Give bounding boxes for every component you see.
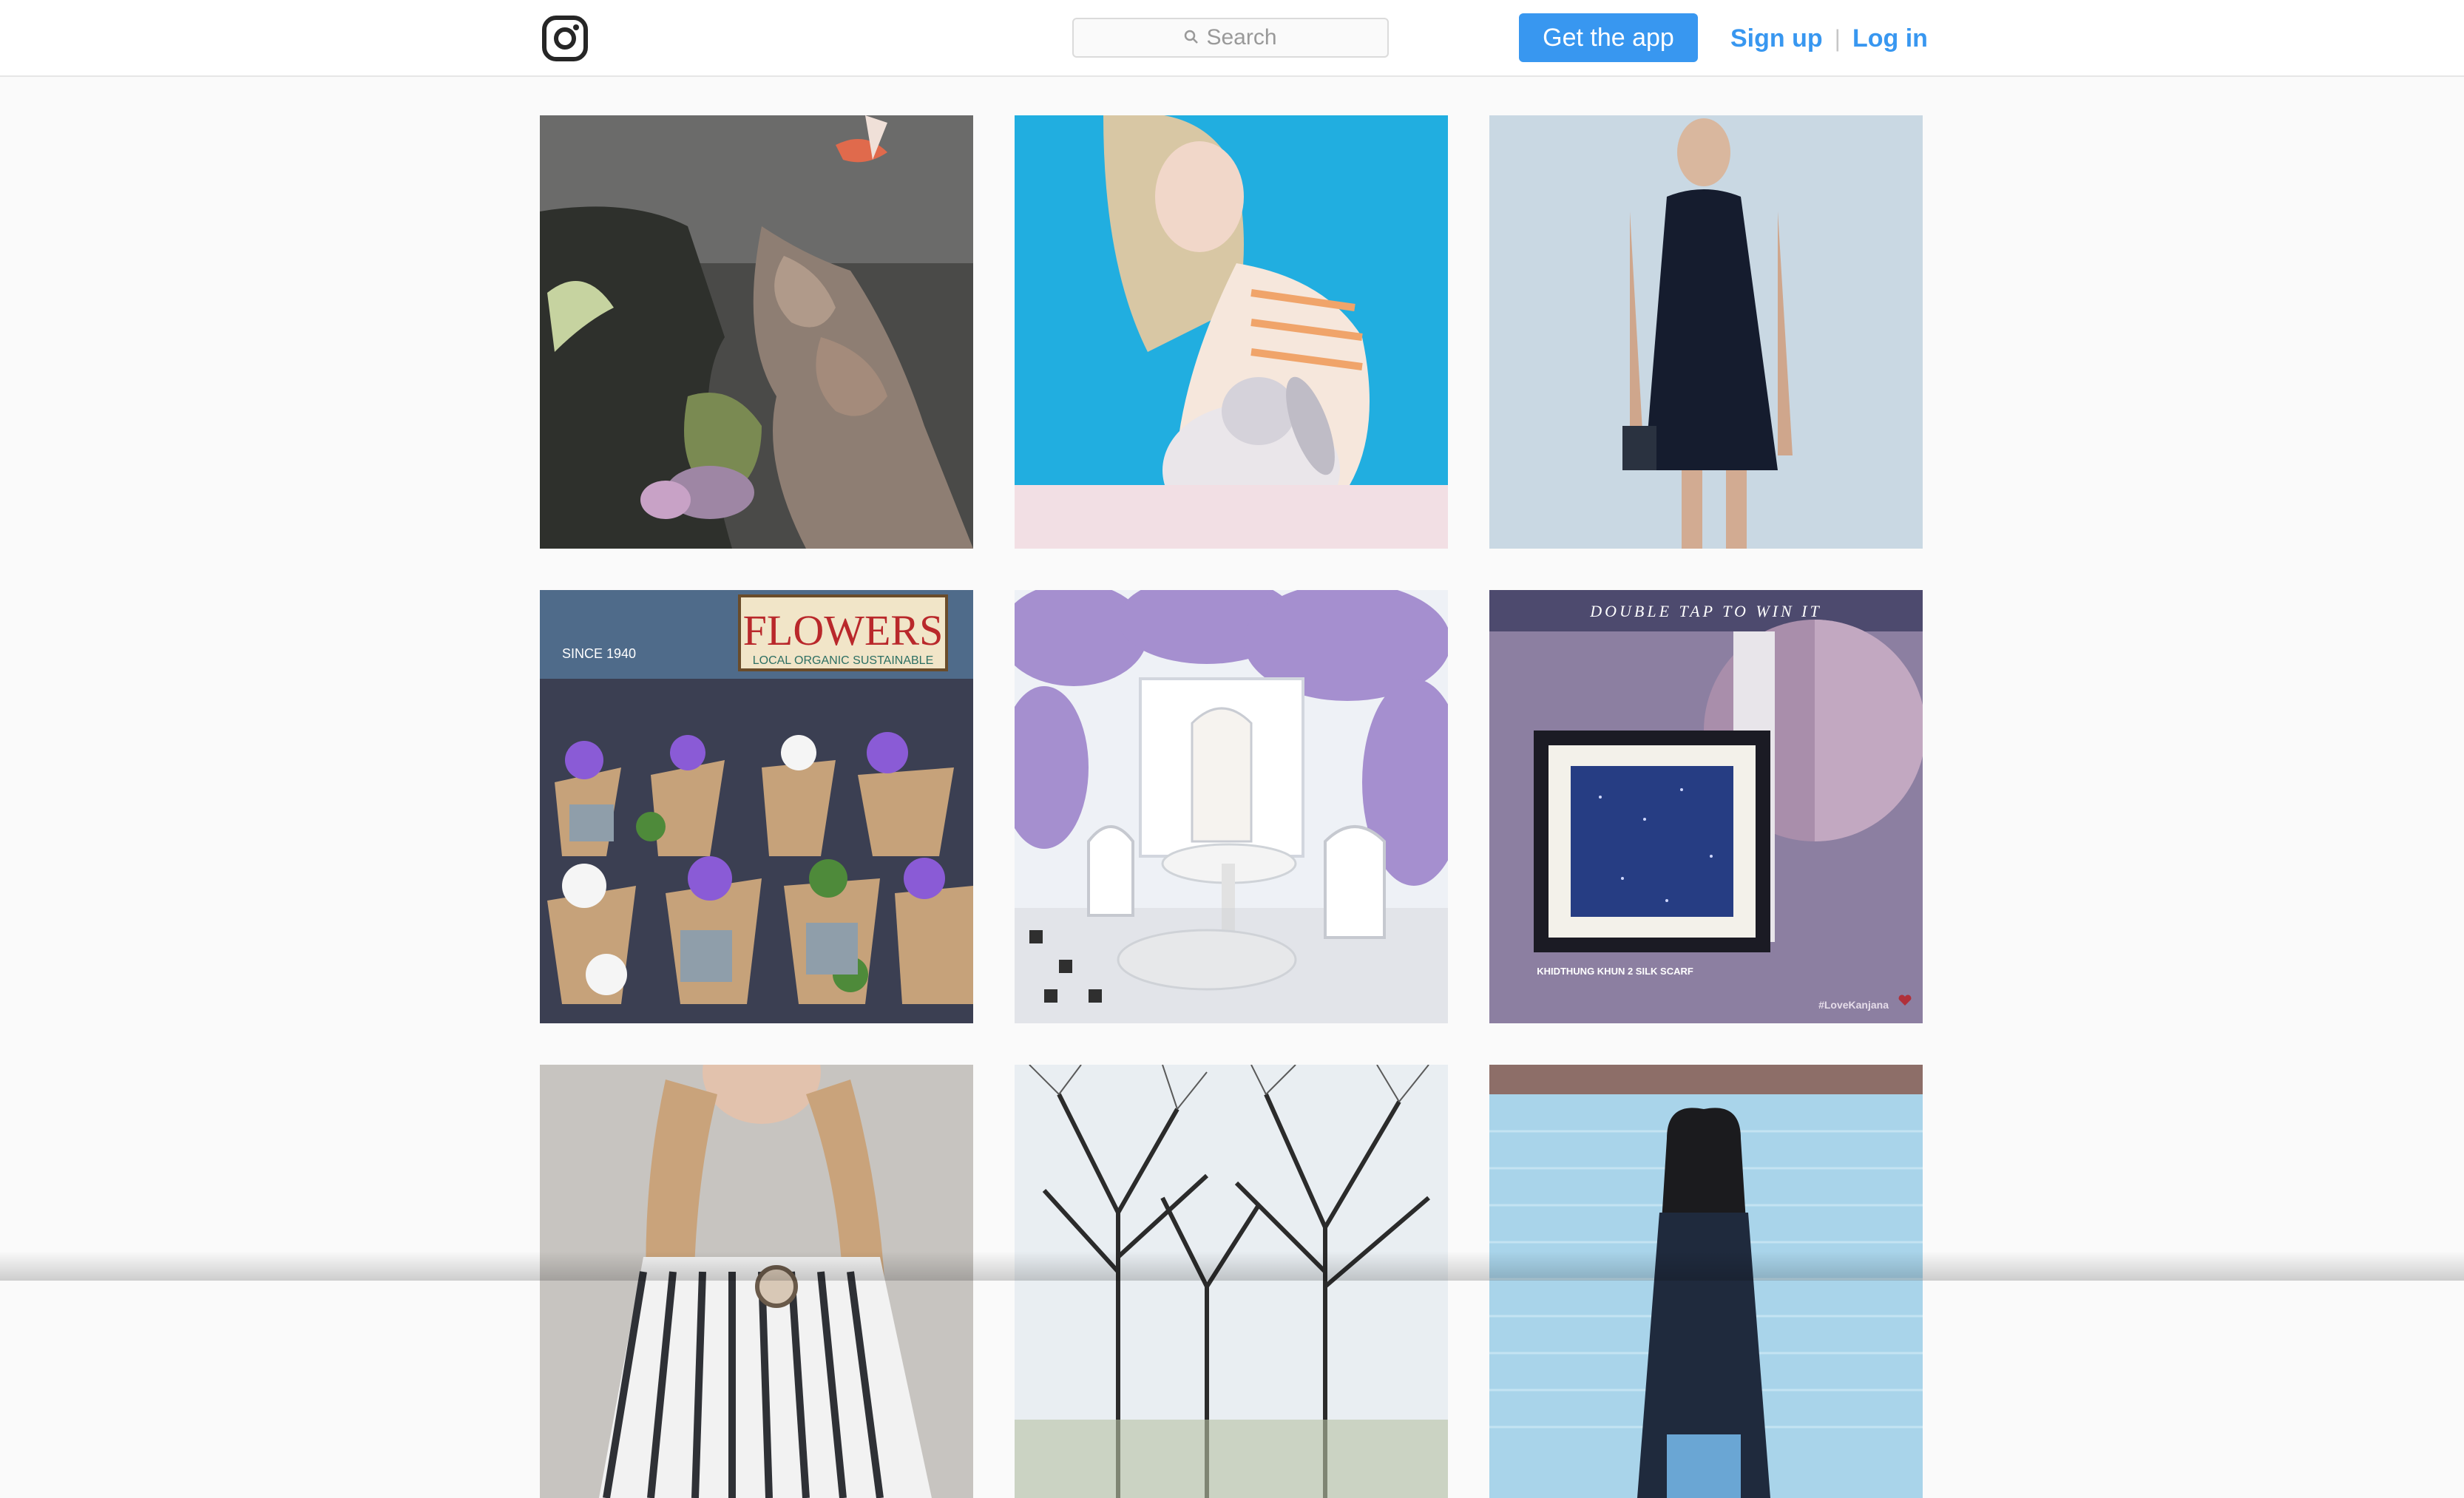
top-navigation-bar: Search Get the app Sign up | Log in bbox=[0, 0, 2464, 77]
bottom-shadow bbox=[0, 1251, 2464, 1281]
post-wisteria-cafe[interactable] bbox=[1015, 590, 1448, 1023]
post-woman-brick-wall[interactable] bbox=[1489, 1065, 1923, 1498]
post-koi-pond[interactable] bbox=[540, 115, 973, 549]
scarf-caption-text: KHIDTHUNG KHUN 2 SILK SCARF bbox=[1537, 966, 1693, 977]
flower-sign-subtext: LOCAL ORGANIC SUSTAINABLE bbox=[753, 654, 934, 667]
search-icon bbox=[1184, 25, 1199, 50]
auth-separator: | bbox=[1834, 24, 1841, 52]
post-woman-in-black-dress[interactable] bbox=[1489, 115, 1923, 549]
search-input[interactable]: Search bbox=[1072, 18, 1389, 58]
post-bare-trees[interactable] bbox=[1015, 1065, 1448, 1498]
sign-up-link[interactable]: Sign up bbox=[1730, 24, 1823, 53]
instagram-logo-icon[interactable] bbox=[541, 15, 589, 62]
flower-sign-text: FLOWERS bbox=[743, 606, 944, 654]
auth-links: Sign up | Log in bbox=[1730, 18, 1928, 59]
since-text: SINCE 1940 bbox=[562, 646, 636, 661]
post-flower-market[interactable]: FLOWERS LOCAL ORGANIC SUSTAINABLE SINCE … bbox=[540, 590, 973, 1023]
scarf-hashtag-text: #LoveKanjana bbox=[1818, 999, 1889, 1011]
get-the-app-button[interactable]: Get the app bbox=[1519, 13, 1698, 62]
post-woman-with-rabbit[interactable] bbox=[1015, 115, 1448, 549]
post-silk-scarf-ad[interactable]: DOUBLE TAP TO WIN IT KHIDTHUNG KHUN 2 SI… bbox=[1489, 590, 1923, 1023]
photo-grid: FLOWERS LOCAL ORGANIC SUSTAINABLE SINCE … bbox=[540, 115, 1923, 1498]
log-in-link[interactable]: Log in bbox=[1852, 24, 1928, 53]
post-striped-blouse[interactable] bbox=[540, 1065, 973, 1498]
scarf-banner-text: DOUBLE TAP TO WIN IT bbox=[1589, 602, 1821, 620]
search-placeholder: Search bbox=[1206, 25, 1277, 50]
